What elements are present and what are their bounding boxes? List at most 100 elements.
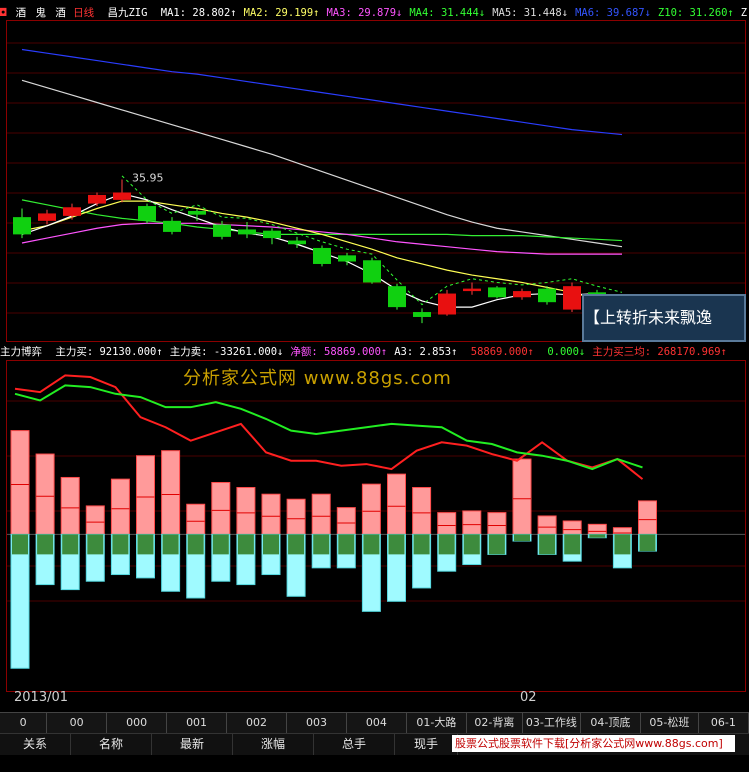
buy-bar-7 [186, 503, 206, 535]
column-header-2[interactable]: 最新 [152, 734, 233, 756]
stock-name-1: 酒 [15, 7, 27, 19]
tab-6[interactable]: 004 [347, 713, 407, 734]
tab-1[interactable]: 00 [47, 713, 108, 734]
buy-bar-19 [487, 512, 507, 535]
column-header-4[interactable]: 总手 [314, 734, 395, 756]
main-buy-line [14, 374, 644, 480]
tab-12[interactable]: 06-1 [699, 713, 749, 734]
marquee-ticker[interactable]: 【上转折未来飘逸 [582, 294, 746, 342]
tab-5[interactable]: 003 [287, 713, 347, 734]
indicator-value-5: 0.000↓ [541, 346, 586, 358]
sell-bar-green-14 [363, 534, 380, 555]
indicator-value-6: 主力买三均: 268170.969↑ [592, 346, 727, 358]
sell-bar-green-2 [62, 534, 79, 555]
indicator-info-bar: 主力博弈 主力买: 92130.000↑ 主力卖: -33261.000↓ 净额: … [0, 345, 749, 360]
candle-body-22 [563, 286, 581, 310]
tab-4[interactable]: 002 [227, 713, 287, 734]
ad-banner[interactable]: 股票公式股票软件下载[分析家公式网www.88gs.com] [452, 735, 735, 752]
candle-body-13 [338, 255, 356, 262]
stock-name-2: 鬼 [35, 7, 46, 19]
sell-bar-green-17 [438, 534, 455, 555]
period-label[interactable]: 日线 [73, 7, 94, 19]
buy-bar-22 [562, 520, 582, 535]
candle-body-4 [113, 192, 131, 200]
column-header-5[interactable]: 现手 [395, 734, 458, 756]
sell-bar-green-9 [237, 534, 254, 555]
sell-bar-green-1 [37, 534, 54, 555]
bottom-blank-row [0, 755, 749, 772]
ma-value-4: MA5: 31.448↓ [492, 7, 569, 19]
indicator-value-4: 58869.000↑ [464, 346, 534, 358]
candle-body-9 [238, 229, 256, 235]
candle-body-16 [413, 312, 431, 317]
sell-bar-green-25 [639, 534, 656, 552]
sell-bar-green-21 [539, 534, 556, 555]
candle-body-20 [513, 291, 531, 298]
buy-bar-5 [136, 455, 155, 535]
tab-9[interactable]: 03-工作线 [523, 713, 581, 734]
buy-bar-14 [361, 483, 381, 535]
buy-bar-17 [437, 512, 457, 535]
watermark-text: 分析家公式网 www.88gs.com [183, 368, 452, 389]
candle-body-21 [538, 288, 556, 303]
zig-dashed-line [121, 175, 623, 306]
buy-bar-6 [161, 450, 181, 535]
sell-bar-green-8 [212, 534, 229, 555]
buy-bar-18 [462, 510, 482, 535]
sell-bar-green-6 [162, 534, 179, 555]
date-label-feb: 02 [520, 690, 537, 705]
indicator-chart [7, 374, 745, 669]
column-header-1[interactable]: 名称 [71, 734, 152, 756]
sell-bar-green-3 [87, 534, 104, 555]
tab-2[interactable]: 000 [107, 713, 168, 734]
tab-0[interactable]: 0 [0, 713, 48, 734]
indicator-value-1: 主力卖: -33261.000↓ [169, 346, 284, 358]
candle-body-11 [288, 240, 306, 245]
candle-body-3 [88, 194, 106, 204]
ma-value-1: MA2: 29.199↑ [243, 7, 320, 19]
ma-line-MA6 [21, 48, 623, 136]
candle-body-17 [438, 293, 456, 315]
buy-bar-3 [85, 505, 105, 535]
buy-bar-8 [211, 481, 231, 535]
buy-bar-16 [412, 487, 432, 535]
column-header-3[interactable]: 涨幅 [233, 734, 314, 756]
ma-value-3: MA4: 31.444↓ [409, 7, 486, 19]
marquee-text: 【上转折未来飘逸 [584, 308, 713, 327]
buy-bar-2 [60, 476, 80, 535]
tab-10[interactable]: 04-顶底 [581, 713, 641, 734]
buy-bar-0 [10, 430, 30, 535]
candle-body-15 [388, 286, 406, 308]
indicator-value-3: A3: 2.853↑ [394, 346, 458, 358]
sell-bar-green-24 [614, 534, 631, 555]
sell-bar-green-18 [463, 534, 480, 555]
indicator-panel-name: 主力博弈 [0, 346, 42, 358]
column-header-0[interactable]: 关系 [0, 734, 71, 756]
tab-11[interactable]: 05-松班 [641, 713, 699, 734]
buy-bar-21 [537, 515, 557, 535]
template-tab-strip: 0 00 000 001 002 003 004 01-大路 02-背离 03-工作线 04-顶底 0… [0, 712, 749, 734]
sell-bar-0 [10, 533, 30, 669]
buy-bar-25 [638, 500, 657, 535]
sell-bar-green-0 [12, 534, 28, 555]
candle-body-2 [63, 207, 81, 216]
tab-7[interactable]: 01-大路 [407, 713, 467, 734]
tab-3[interactable]: 001 [167, 713, 228, 734]
indicator-value-0: 主力买: 92130.000↑ [55, 346, 163, 358]
buy-bar-13 [336, 507, 356, 535]
candle-body-10 [263, 230, 281, 239]
tab-8[interactable]: 02-背离 [467, 713, 523, 734]
sell-bar-green-12 [313, 534, 330, 555]
sell-bar-green-10 [263, 534, 279, 555]
price-chart: 35.95 [7, 42, 745, 324]
sell-bar-green-5 [137, 534, 154, 555]
sell-bar-green-22 [564, 534, 581, 555]
stock-icon: ◘ [0, 7, 7, 19]
sell-bar-green-23 [589, 534, 606, 538]
buy-bar-9 [236, 487, 256, 535]
candle-body-12 [313, 247, 331, 264]
ma-value-5: MA6: 39.687↓ [575, 7, 651, 19]
buy-bar-4 [110, 478, 130, 535]
ma-values: MA1: 28.802↑ MA2: 29.199↑ MA3: 29.879↓ MA4:… [161, 7, 749, 19]
ma-value-2: MA3: 29.879↓ [326, 7, 403, 19]
